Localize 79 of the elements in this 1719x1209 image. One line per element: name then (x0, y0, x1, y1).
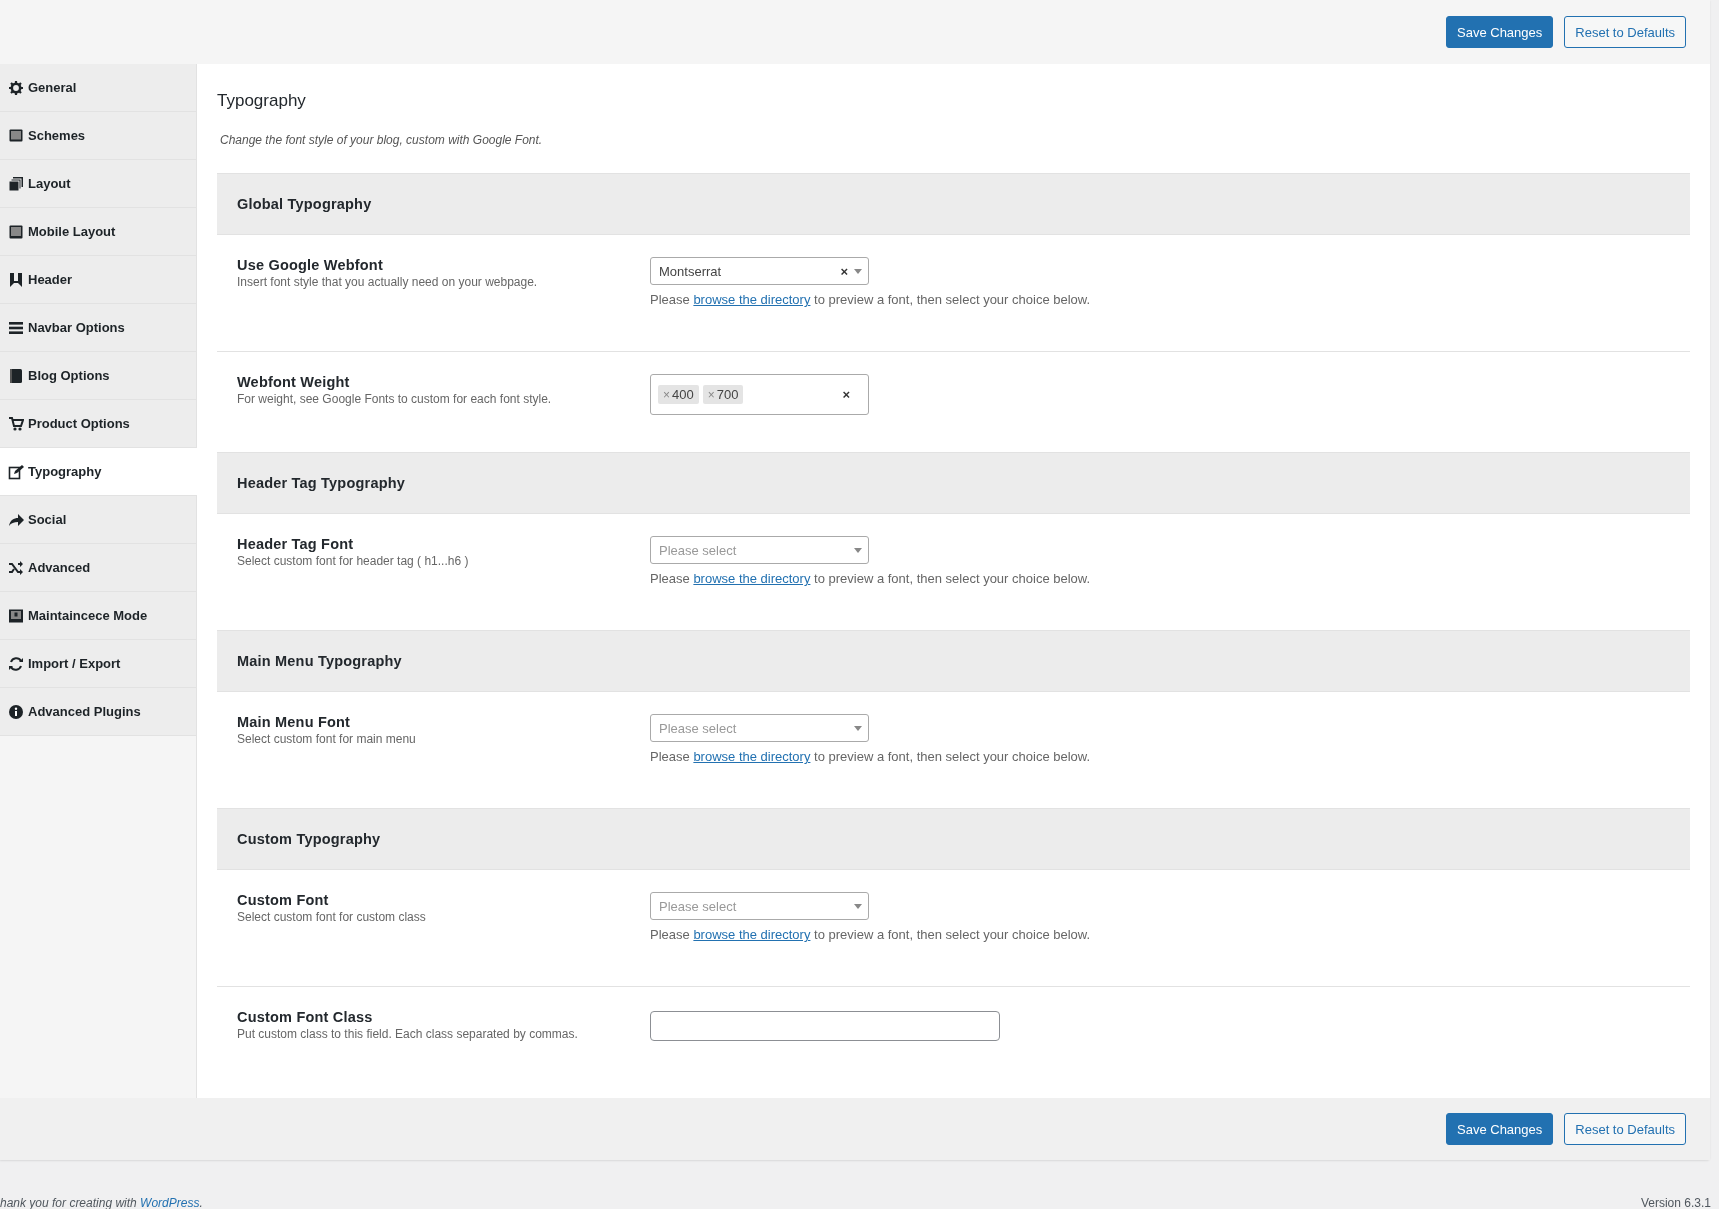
sidebar-item[interactable]: Import / Export (0, 640, 196, 688)
directory-link[interactable]: browse the directory (693, 749, 811, 764)
sidebar-item[interactable]: General (0, 64, 196, 112)
stacked-pages-icon (8, 175, 24, 192)
sidebar-item-label: General (28, 80, 77, 95)
sidebar-item-label: Typography (28, 464, 102, 479)
field-label: Header Tag Font (237, 536, 355, 552)
bookmark-icon (8, 271, 24, 288)
sidebar-item[interactable]: Blog Options (0, 352, 196, 400)
weight-tag[interactable]: ×400 (658, 385, 699, 404)
class-input-field[interactable] (650, 1011, 1000, 1041)
sidebar-item[interactable]: Schemes (0, 112, 196, 160)
sidebar-item[interactable]: Advanced Plugins (0, 688, 196, 736)
page-title: Typography (217, 91, 307, 111)
version-text: Version 6.3.1 (1640, 1196, 1711, 1209)
sidebar-item-label: Advanced (28, 560, 91, 575)
info-icon (8, 703, 24, 720)
footer-credit: hank you for creating with WordPress. (0, 1196, 203, 1209)
book-icon (8, 367, 24, 384)
sidebar-item-label: Navbar Options (28, 320, 125, 335)
sidebar-item[interactable]: Header (0, 256, 196, 304)
sidebar-item[interactable]: Navbar Options (0, 304, 196, 352)
sidebar-item-label: Blog Options (28, 368, 110, 383)
sidebar-item-label: Header (28, 272, 73, 287)
sidebar-item[interactable]: Typography (0, 448, 197, 496)
sidebar-item-label: Import / Export (28, 656, 121, 671)
field-label: Use Google Webfont (237, 257, 384, 273)
reset-button[interactable]: Reset to Defaults (1564, 16, 1686, 48)
sidebar-item-label: Product Options (28, 416, 130, 431)
section-header: Global Typography (217, 173, 1690, 234)
field-description: Select custom font for custom class (237, 910, 427, 924)
sidebar-item[interactable]: Layout (0, 160, 196, 208)
weight-multiselect[interactable]: ×400 ×700 × (650, 374, 869, 415)
sidebar-item[interactable]: Product Options (0, 400, 196, 448)
section-header: Custom Typography (217, 808, 1690, 869)
help-text: Please browse the directory to preview a font, then select your choice below. (650, 571, 1091, 586)
field-label: Custom Font (237, 892, 330, 908)
field-description: Insert font style that you actually need on your webpage. (237, 275, 539, 289)
field-label: Main Menu Font (237, 714, 352, 730)
sidebar-item-label: Mobile Layout (28, 224, 116, 239)
directory-link[interactable]: browse the directory (693, 571, 811, 586)
field-description: Select custom font for main menu (237, 732, 417, 746)
field-label: Webfont Weight (237, 374, 351, 390)
window-icon (8, 607, 24, 624)
menu-icon (8, 319, 24, 336)
share-arrow-icon (8, 511, 24, 528)
cart-icon (8, 415, 24, 432)
sidebar-item-label: Social (28, 512, 67, 527)
font-dropdown[interactable]: Montserrat × (650, 257, 869, 285)
page-description: Change the font style of your blog, custom with Google Font. (220, 133, 544, 147)
help-text: Please browse the directory to preview a font, then select your choice below. (650, 749, 1091, 764)
sidebar-item-label: Schemes (28, 128, 86, 143)
field-description: Select custom font for header tag ( h1...h6 ) (237, 554, 470, 568)
edit-icon (8, 463, 24, 480)
sidebar-item[interactable]: Social (0, 496, 196, 544)
field-label: Custom Font Class (237, 1009, 374, 1025)
shuffle-icon (8, 559, 24, 576)
section-header: Main Menu Typography (217, 630, 1690, 691)
monitor-icon (8, 127, 24, 144)
sidebar-item-label: Maintaincece Mode (28, 608, 148, 623)
section-header: Header Tag Typography (217, 452, 1690, 513)
tablet-icon (8, 223, 24, 240)
sidebar-item[interactable]: Maintaincece Mode (0, 592, 196, 640)
help-text: Please browse the directory to preview a font, then select your choice below. (650, 927, 1091, 942)
weight-tag[interactable]: ×700 (702, 385, 744, 404)
field-description: Put custom class to this field. Each class separated by commas. (237, 1027, 579, 1041)
gear-icon (8, 79, 24, 96)
save-button[interactable]: Save Changes (1446, 1113, 1554, 1145)
help-text: Please browse the directory to preview a font, then select your choice below. (650, 292, 1091, 307)
sidebar-item[interactable]: Mobile Layout (0, 208, 196, 256)
reset-button[interactable]: Reset to Defaults (1564, 1113, 1686, 1145)
directory-link[interactable]: browse the directory (693, 292, 811, 307)
field-description: For weight, see Google Fonts to custom for each font style. (237, 392, 553, 406)
sidebar-item[interactable]: Advanced (0, 544, 196, 592)
save-button[interactable]: Save Changes (1446, 16, 1554, 48)
sidebar-item-label: Layout (28, 176, 71, 191)
directory-link[interactable]: browse the directory (693, 927, 811, 942)
sidebar-item-label: Advanced Plugins (28, 704, 141, 719)
sync-icon (8, 655, 24, 672)
